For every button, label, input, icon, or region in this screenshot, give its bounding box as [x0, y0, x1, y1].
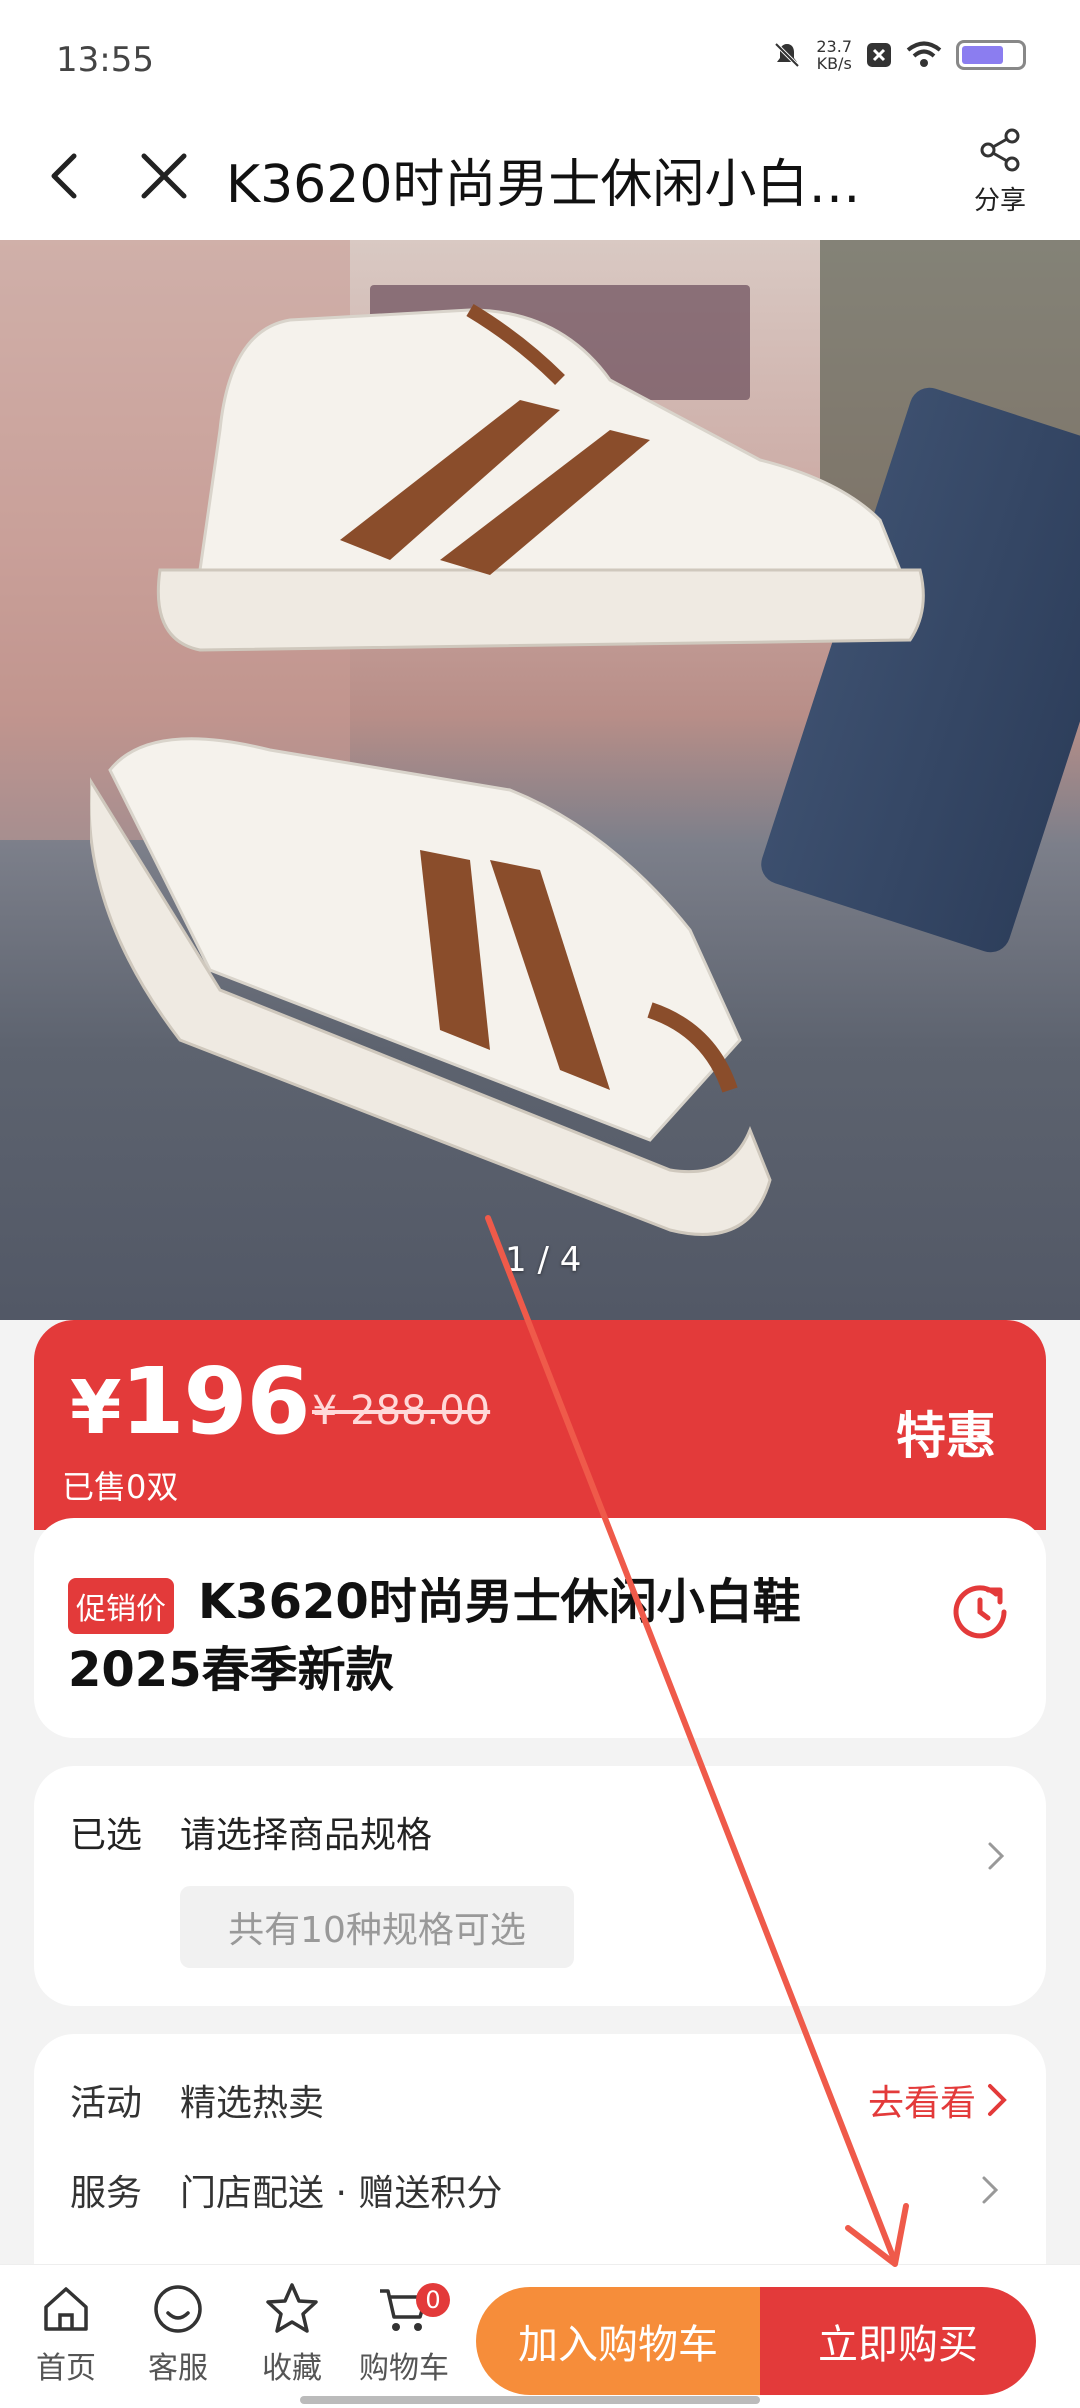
product-title: K3620时尚男士休闲小白鞋2025春季新款 [68, 1574, 801, 1698]
status-bar: 13:55 23.7 KB/s [0, 0, 1080, 120]
special-offer-tag: 特惠 [896, 1407, 996, 1465]
tab-label: 收藏 [262, 2351, 322, 2386]
share-button[interactable]: 分享 [960, 126, 1040, 217]
activity-link[interactable]: 去看看 [868, 2074, 1010, 2126]
status-time: 13:55 [56, 40, 154, 80]
notification-icon [867, 43, 891, 67]
product-image-gallery[interactable]: 1 / 4 [0, 240, 1080, 1320]
mute-icon [774, 42, 800, 68]
page-title: K3620时尚男士休闲小白鞋2025春季新款 [226, 155, 866, 215]
tab-label: 购物车 [359, 2351, 449, 2386]
gallery-page-indicator: 1 / 4 [505, 1240, 582, 1280]
chevron-right-icon[interactable] [976, 1836, 1016, 1876]
tab-cart[interactable]: 0 购物车 [354, 2279, 454, 2387]
spec-label: 已选 [70, 1815, 143, 1856]
add-to-cart-button[interactable]: 加入购物车 [476, 2287, 760, 2395]
share-label: 分享 [973, 186, 1026, 216]
original-price: ¥ 288.00 [312, 1388, 491, 1434]
product-title-card: 促销价 K3620时尚男士休闲小白鞋2025春季新款 [34, 1518, 1046, 1738]
service-row[interactable]: 服务 门店配送 · 赠送积分 [70, 2164, 1010, 2224]
tab-home[interactable]: 首页 [16, 2279, 116, 2387]
sold-count: 已售0双 [62, 1468, 179, 1506]
net-speed-value: 23.7 [816, 37, 852, 56]
tab-customer-service[interactable]: 客服 [128, 2279, 228, 2387]
chevron-right-icon [988, 2084, 1007, 2116]
bottom-action-bar: 首页 客服 收藏 0 购物车 加入购物车 立即购买 [0, 2264, 1080, 2408]
spec-selection-card[interactable]: 已选 请选择商品规格 共有10种规格可选 [34, 1766, 1046, 2006]
service-label: 服务 [70, 2173, 143, 2214]
nav-bar: K3620时尚男士休闲小白鞋2025春季新款 分享 [0, 120, 1080, 240]
close-icon[interactable] [134, 146, 194, 206]
price-card: ¥196 ¥ 288.00 已售0双 特惠 [34, 1320, 1046, 1530]
buy-now-button[interactable]: 立即购买 [760, 2287, 1036, 2395]
activity-link-label: 去看看 [867, 2083, 976, 2124]
activity-value: 精选热卖 [180, 2083, 325, 2124]
spec-value[interactable]: 请选择商品规格 [180, 1806, 432, 1858]
service-value: 门店配送 · 赠送积分 [180, 2173, 503, 2214]
chevron-right-icon[interactable] [970, 2170, 1010, 2210]
activity-label: 活动 [70, 2083, 143, 2124]
tab-label: 首页 [36, 2351, 96, 2386]
product-shoe-bottom [90, 737, 772, 1236]
home-indicator [300, 2396, 760, 2404]
back-icon[interactable] [36, 146, 96, 206]
net-speed-unit: KB/s [816, 54, 852, 73]
current-price: ¥196 [70, 1348, 311, 1455]
price-currency: ¥ [70, 1365, 121, 1451]
spec-options-chip[interactable]: 共有10种规格可选 [180, 1886, 574, 1968]
net-speed: 23.7 KB/s [816, 38, 852, 72]
price-value: 196 [120, 1348, 311, 1455]
status-icons: 23.7 KB/s [772, 38, 1026, 72]
product-shoe-top [156, 303, 925, 652]
customer-service-icon [154, 2285, 202, 2333]
wifi-icon [906, 41, 942, 67]
refresh-icon[interactable] [944, 1574, 1016, 1646]
activity-service-card: 活动 精选热卖 去看看 服务 门店配送 · 赠送积分 [34, 2034, 1046, 2264]
home-icon [44, 2287, 88, 2331]
activity-row[interactable]: 活动 精选热卖 去看看 [70, 2074, 1010, 2134]
star-icon [266, 2283, 318, 2333]
cart-count-badge: 0 [416, 2283, 450, 2317]
share-icon [980, 128, 1020, 172]
tab-favorite[interactable]: 收藏 [242, 2279, 342, 2387]
tab-label: 客服 [148, 2351, 208, 2386]
battery-icon [956, 40, 1026, 70]
